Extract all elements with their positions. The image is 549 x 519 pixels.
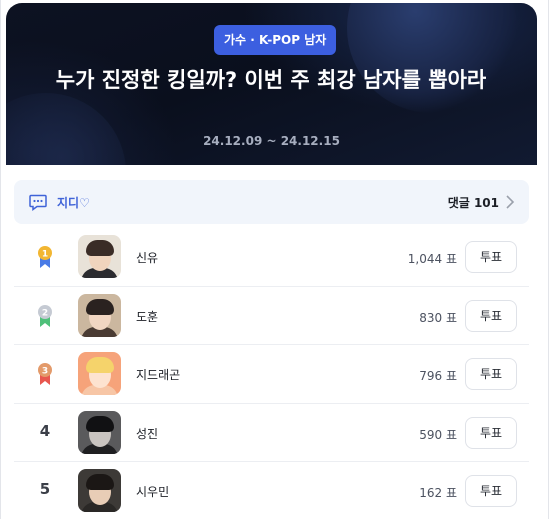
category-badge[interactable]: 가수 · K-POP 남자 — [214, 25, 337, 55]
comment-bar[interactable]: 지디♡ 댓글 101 — [14, 180, 529, 224]
vote-button[interactable]: 투표 — [465, 475, 517, 507]
gold-medal-icon: 1 — [38, 246, 52, 268]
comment-count[interactable]: 댓글 101 — [448, 194, 499, 211]
page-title: 누가 진정한 킹일까? 이번 주 최강 남자를 뽑아라 — [55, 68, 487, 92]
rank-number: 4 — [39, 421, 51, 440]
ranking-row: 3 지드래곤 796 표 투표 — [14, 345, 529, 404]
ranking-row: 4 성진 590 표 투표 — [14, 404, 529, 462]
vote-button[interactable]: 투표 — [465, 241, 517, 273]
ranking-row: 5 시우민 162 표 투표 — [14, 462, 529, 519]
vote-count: 590 표 — [419, 427, 457, 442]
bronze-medal-icon: 3 — [38, 363, 52, 385]
latest-comment-user: 지디♡ — [57, 196, 90, 210]
singer-name: 신유 — [136, 251, 159, 265]
vote-count: 1,044 표 — [407, 252, 457, 266]
vote-button[interactable]: 투표 — [465, 299, 517, 332]
vote-count: 162 표 — [419, 486, 457, 500]
header-decoration — [347, 3, 517, 113]
vote-count: 796 표 — [419, 369, 457, 383]
singer-name: 시우민 — [136, 485, 170, 499]
vote-count: 830 표 — [419, 310, 457, 325]
svg-text:1: 1 — [42, 250, 48, 260]
avatar[interactable] — [78, 352, 121, 395]
rank-number: 5 — [39, 480, 51, 498]
svg-text:2: 2 — [42, 308, 48, 318]
singer-name: 도훈 — [136, 309, 159, 324]
svg-text:3: 3 — [42, 367, 48, 377]
vote-page: 가수 · K-POP 남자 누가 진정한 킹일까? 이번 주 최강 남자를 뽑아… — [0, 0, 549, 519]
vote-button[interactable]: 투표 — [465, 416, 517, 449]
vote-period: 24.12.09 ~ 24.12.15 — [203, 134, 340, 148]
avatar[interactable] — [78, 469, 121, 512]
ranking-list: 1 신유 1,044 표 투표 2 도훈 830 표 투표 3 지드래곤 796… — [14, 228, 529, 519]
singer-name: 지드래곤 — [136, 368, 181, 382]
vote-header: 가수 · K-POP 남자 누가 진정한 킹일까? 이번 주 최강 남자를 뽑아… — [6, 3, 537, 165]
ranking-row: 1 신유 1,044 표 투표 — [14, 228, 529, 287]
silver-medal-icon: 2 — [38, 304, 52, 327]
header-decoration — [6, 93, 126, 165]
avatar[interactable] — [78, 293, 121, 337]
ranking-row: 2 도훈 830 표 투표 — [14, 287, 529, 345]
avatar[interactable] — [78, 410, 121, 454]
chevron-right-icon[interactable] — [505, 195, 515, 209]
chat-bubble-icon — [29, 194, 47, 211]
vote-button[interactable]: 투표 — [465, 358, 517, 390]
avatar[interactable] — [78, 235, 121, 278]
singer-name: 성진 — [136, 426, 159, 441]
